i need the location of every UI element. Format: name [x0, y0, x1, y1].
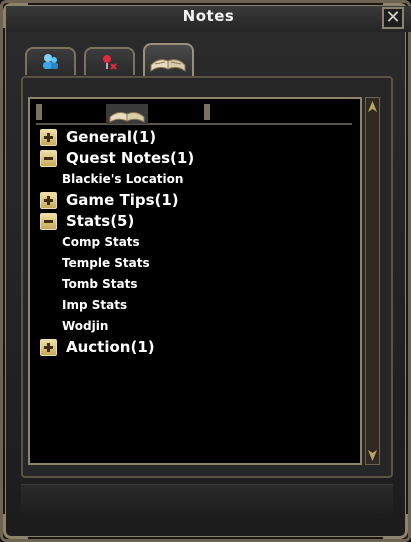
note-item[interactable]: Tomb Stats	[40, 274, 350, 295]
scrollbar[interactable]	[365, 97, 380, 465]
note-item[interactable]: Wodjin	[40, 316, 350, 337]
book-icon	[150, 59, 186, 72]
tab-people[interactable]	[25, 47, 76, 75]
category-label: Auction(1)	[66, 338, 155, 356]
frame-corner-ornament	[3, 514, 28, 539]
close-icon: ✕	[385, 7, 401, 28]
pin-icon	[103, 55, 117, 70]
category-row[interactable]: Auction(1)	[40, 337, 350, 358]
scroll-down-icon[interactable]	[366, 448, 379, 462]
category-row[interactable]: Quest Notes(1)	[40, 148, 350, 169]
note-label: Comp Stats	[62, 235, 140, 249]
note-item[interactable]: Blackie's Location	[40, 169, 350, 190]
minus-icon[interactable]	[40, 213, 57, 230]
note-label: Tomb Stats	[62, 277, 138, 291]
note-item[interactable]: Comp Stats	[40, 232, 350, 253]
category-row[interactable]: General(1)	[40, 127, 350, 148]
category-label: Stats(5)	[66, 212, 135, 230]
column-grip[interactable]	[36, 104, 42, 120]
close-button[interactable]: ✕	[382, 7, 404, 29]
list-header	[36, 103, 352, 125]
tab-bar	[25, 43, 385, 77]
notes-list[interactable]: General(1) Quest Notes(1) Blackie's Locati…	[28, 97, 362, 465]
notes-window: Notes ✕ General(1) Quest Notes(1) Blacki…	[0, 0, 411, 542]
note-item[interactable]: Imp Stats	[40, 295, 350, 316]
plus-icon[interactable]	[40, 339, 57, 356]
book-icon	[106, 104, 148, 124]
plus-icon[interactable]	[40, 129, 57, 146]
plus-icon[interactable]	[40, 192, 57, 209]
category-row[interactable]: Stats(5)	[40, 211, 350, 232]
column-grip[interactable]	[204, 104, 210, 120]
note-label: Blackie's Location	[62, 172, 184, 186]
note-label: Wodjin	[62, 319, 109, 333]
note-label: Imp Stats	[62, 298, 128, 312]
scroll-up-icon[interactable]	[366, 100, 379, 114]
frame-corner-ornament	[383, 514, 408, 539]
minus-icon[interactable]	[40, 150, 57, 167]
note-item[interactable]: Temple Stats	[40, 253, 350, 274]
category-label: Quest Notes(1)	[66, 149, 195, 167]
notes-tree: General(1) Quest Notes(1) Blackie's Locati…	[40, 127, 350, 358]
category-label: Game Tips(1)	[66, 191, 179, 209]
window-title: Notes	[182, 7, 235, 25]
people-icon	[43, 54, 58, 69]
bottom-bar	[21, 484, 393, 513]
tab-pin[interactable]	[84, 47, 135, 75]
note-label: Temple Stats	[62, 256, 150, 270]
tab-notes[interactable]	[143, 43, 194, 77]
category-row[interactable]: Game Tips(1)	[40, 190, 350, 211]
category-label: General(1)	[66, 128, 157, 146]
